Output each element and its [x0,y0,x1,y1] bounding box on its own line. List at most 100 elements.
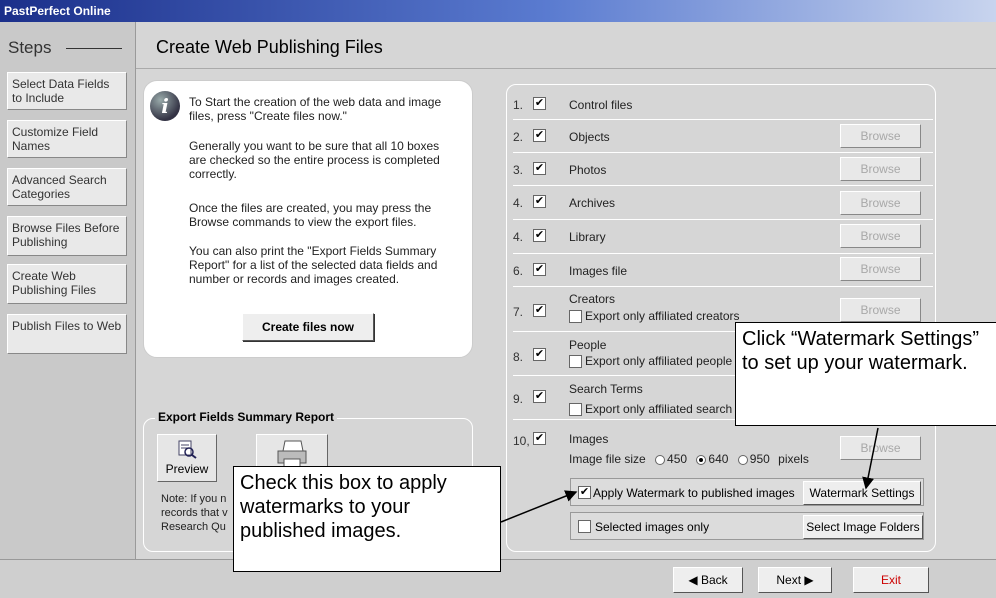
row-checkbox[interactable]: ✔ [533,390,546,403]
watermark-option: ✔ Apply Watermark to published images Wa… [570,478,924,506]
size-450-radio[interactable] [655,454,666,465]
preview-button[interactable]: Preview [157,434,217,482]
row-checkbox[interactable]: ✔ [533,162,546,175]
info-panel: i To Start the creation of the web data … [143,80,473,358]
row-label: Library [569,230,606,244]
preview-icon [178,440,197,459]
back-button[interactable]: ◀ Back [673,567,743,593]
row-label: Archives [569,196,616,210]
browse-button[interactable]: Browse [840,157,921,181]
affiliated-creators-checkbox[interactable] [569,310,582,324]
step-select-data-fields[interactable]: Select Data Fields to Include [7,72,127,110]
step-publish-files[interactable]: Publish Files to Web [7,314,127,354]
info-paragraph-1: To Start the creation of the web data an… [189,95,442,123]
row-number: 8. [513,350,524,364]
row-checkbox[interactable]: ✔ [533,195,546,208]
size-640-radio[interactable] [696,454,707,465]
size-950-radio[interactable] [737,454,748,465]
size-640-label: 640 [708,452,729,466]
browse-button[interactable]: Browse [840,191,921,215]
info-icon: i [150,91,180,121]
export-summary-legend: Export Fields Summary Report [155,410,338,424]
size-units: pixels [778,452,809,466]
file-row-archives: 4. ✔ Archives Browse [513,186,933,220]
header-divider [136,68,996,69]
image-size-label: Image file size [569,452,646,466]
row-sub-option: Export only affiliated search [569,402,733,417]
size-450-label: 450 [667,452,688,466]
row-number: 1. [513,98,524,112]
back-arrow-icon: ◀ [688,573,701,587]
row-sub-option: Export only affiliated creators [569,309,740,324]
row-number: 6. [513,264,524,278]
steps-title: Steps [8,38,52,57]
file-row-control: 1. ✔ Control files [513,90,933,120]
row-label: Objects [569,130,610,144]
apply-watermark-callout: Check this box to apply watermarks to yo… [233,466,501,572]
row-checkbox[interactable]: ✔ [533,229,546,242]
row-number: 10, [513,434,530,448]
back-label: Back [700,573,728,587]
row-label: Images [569,432,609,446]
apply-watermark-checkbox[interactable]: ✔ [578,486,591,499]
watermark-settings-button[interactable]: Watermark Settings [803,481,921,505]
row-checkbox[interactable]: ✔ [533,432,546,445]
preview-label: Preview [165,462,209,476]
row-label: People [569,338,607,352]
info-paragraph-3: Once the files are created, you may pres… [189,201,432,229]
size-950-label: 950 [749,452,770,466]
step-browse-files[interactable]: Browse Files Before Publishing [7,216,127,256]
row-sub-option: Export only affiliated people [569,354,733,369]
selected-images-checkbox[interactable] [578,520,591,533]
next-arrow-icon: ▶ [801,573,814,587]
selected-images-option: Selected images only Select Image Folder… [570,512,924,540]
row-checkbox[interactable]: ✔ [533,263,546,276]
row-sub-label: Export only affiliated creators [585,309,740,323]
steps-divider [66,48,122,49]
watermark-settings-callout: Click “Watermark Settings” to set up you… [735,322,996,426]
row-number: 4. [513,196,524,210]
row-number: 4. [513,230,524,244]
browse-button[interactable]: Browse [840,224,921,248]
select-image-folders-button[interactable]: Select Image Folders [803,515,923,539]
row-number: 3. [513,163,524,177]
browse-button[interactable]: Browse [840,257,921,281]
info-paragraph-4: You can also print the "Export Fields Su… [189,244,438,286]
file-row-images-file: 6. ✔ Images file Browse [513,254,933,287]
info-paragraph-2: Generally you want to be sure that all 1… [189,139,440,181]
row-sub-label: Export only affiliated search [585,402,733,416]
page-title: Create Web Publishing Files [156,37,383,57]
app-title: PastPerfect Online [4,4,111,18]
row-label: Search Terms [569,382,643,396]
affiliated-search-checkbox[interactable] [569,403,582,417]
selected-images-label: Selected images only [595,520,710,534]
create-files-button[interactable]: Create files now [242,313,374,341]
next-button[interactable]: Next ▶ [758,567,832,593]
row-checkbox[interactable]: ✔ [533,97,546,110]
next-label: Next [776,573,802,587]
affiliated-people-checkbox[interactable] [569,355,582,369]
file-row-library: 4. ✔ Library Browse [513,220,933,254]
row-label: Photos [569,163,607,177]
row-checkbox[interactable]: ✔ [533,304,546,317]
exit-button[interactable]: Exit [853,567,929,593]
row-label: Creators [569,292,616,306]
row-checkbox[interactable]: ✔ [533,129,546,142]
row-number: 7. [513,305,524,319]
row-number: 2. [513,130,524,144]
row-label: Images file [569,264,628,278]
image-size-options: Image file size 450 640 950 pixels [569,452,809,466]
row-label: Control files [569,98,633,112]
file-row-objects: 2. ✔ Objects Browse [513,120,933,153]
browse-button[interactable]: Browse [840,124,921,148]
step-customize-field-names[interactable]: Customize Field Names [7,120,127,158]
file-row-photos: 3. ✔ Photos Browse [513,153,933,186]
step-advanced-search-categories[interactable]: Advanced Search Categories [7,168,127,206]
apply-watermark-label: Apply Watermark to published images [593,486,795,500]
browse-button[interactable]: Browse [840,298,921,322]
step-create-web-files[interactable]: Create Web Publishing Files [7,264,127,304]
row-number: 9. [513,392,524,406]
row-sub-label: Export only affiliated people [585,354,733,368]
row-checkbox[interactable]: ✔ [533,348,546,361]
browse-button[interactable]: Browse [840,436,921,460]
